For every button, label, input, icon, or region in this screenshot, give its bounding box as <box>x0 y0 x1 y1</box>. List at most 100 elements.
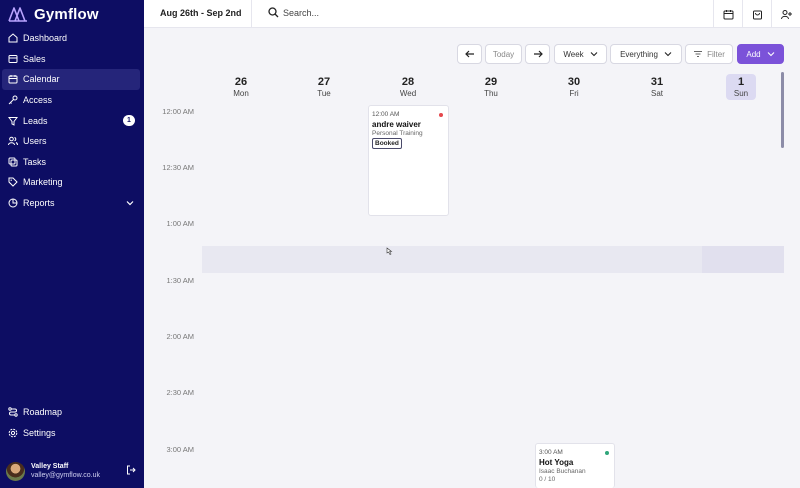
day-header-fri[interactable]: 30 Fri <box>559 76 589 98</box>
next-week-button[interactable] <box>525 44 550 64</box>
time-label: 2:30 AM <box>166 388 194 397</box>
day-number: 31 <box>650 76 664 88</box>
filter-button[interactable]: Filter <box>685 44 733 64</box>
logout-icon[interactable] <box>126 465 136 475</box>
shopping-bag-icon <box>752 10 762 19</box>
status-dot <box>605 451 609 455</box>
day-name: Sun <box>733 89 749 98</box>
tasks-icon <box>8 157 18 167</box>
sidebar-item-tasks[interactable]: Tasks <box>2 152 140 173</box>
status-dot <box>439 113 443 117</box>
day-name: Thu <box>484 89 498 98</box>
event-time: 3:00 AM <box>539 449 563 456</box>
sidebar-item-label: Calendar <box>23 74 60 85</box>
filter-lines-icon <box>694 51 703 57</box>
search-icon <box>268 7 279 18</box>
sidebar-bottom-nav: Roadmap Settings <box>2 402 140 443</box>
day-number: 28 <box>401 76 415 88</box>
search-input[interactable]: Search... <box>283 8 319 18</box>
hovered-time-slot[interactable] <box>202 246 784 273</box>
divider <box>251 0 252 28</box>
leads-count-badge: 1 <box>123 115 135 127</box>
day-header-tue[interactable]: 27 Tue <box>309 76 339 98</box>
add-user-button[interactable] <box>771 0 800 28</box>
day-number: 27 <box>317 76 331 88</box>
calendar-event[interactable]: 12:00 AM andre waiver Personal Training … <box>368 105 449 216</box>
sales-icon <box>8 54 18 64</box>
day-number: 29 <box>484 76 498 88</box>
sidebar-item-label: Reports <box>23 198 55 209</box>
sidebar-item-settings[interactable]: Settings <box>2 423 140 444</box>
tag-icon <box>8 177 18 188</box>
sidebar-item-access[interactable]: Access <box>2 90 140 111</box>
day-name: Mon <box>233 89 249 98</box>
users-icon <box>8 136 18 146</box>
event-title: andre waiver <box>372 120 421 129</box>
day-name: Tue <box>317 89 331 98</box>
sidebar-item-leads[interactable]: Leads 1 <box>2 110 140 131</box>
chevron-down-icon <box>767 52 774 57</box>
event-title: Hot Yoga <box>539 458 574 467</box>
sidebar-item-label: Access <box>23 95 53 106</box>
day-number: 1 <box>737 76 745 88</box>
view-select[interactable]: Week <box>554 44 607 64</box>
day-header-mon[interactable]: 26 Mon <box>226 76 256 98</box>
add-button[interactable]: Add <box>737 44 784 64</box>
sidebar-item-label: Sales <box>23 53 46 64</box>
roadmap-icon <box>8 407 18 417</box>
view-select-value: Week <box>563 49 584 59</box>
sidebar-item-calendar[interactable]: Calendar <box>2 69 140 90</box>
day-header-sun-today[interactable]: 1 Sun <box>726 74 756 100</box>
day-header-sat[interactable]: 31 Sat <box>642 76 672 98</box>
user-plus-icon <box>780 9 792 19</box>
app-logo[interactable]: Gymflow <box>8 4 99 24</box>
time-label: 1:30 AM <box>166 276 194 285</box>
sidebar-item-users[interactable]: Users <box>2 131 140 152</box>
scrollbar[interactable] <box>781 72 784 148</box>
previous-week-button[interactable] <box>457 44 482 64</box>
user-info: Valley Staff valley@gymflow.co.uk <box>31 463 100 479</box>
home-icon <box>8 33 18 43</box>
sidebar-item-reports[interactable]: Reports <box>2 193 140 214</box>
add-label: Add <box>746 49 761 59</box>
sidebar-item-label: Marketing <box>23 177 63 188</box>
sidebar-item-marketing[interactable]: Marketing <box>2 172 140 193</box>
sidebar-item-sales[interactable]: Sales <box>2 49 140 70</box>
calendar-event[interactable]: 3:00 AM Hot Yoga Isaac Buchanan 0 / 10 <box>535 443 615 488</box>
event-subtitle: Isaac Buchanan <box>539 468 586 475</box>
time-label: 1:00 AM <box>166 219 194 228</box>
time-label: 2:00 AM <box>166 332 194 341</box>
day-name: Wed <box>399 89 417 98</box>
calendar-shortcut-button[interactable] <box>713 0 742 28</box>
top-bar: Aug 26th - Sep 2nd Search... <box>144 0 800 28</box>
sidebar-item-label: Leads <box>23 115 48 126</box>
day-header-wed[interactable]: 28 Wed <box>393 76 423 98</box>
time-label: 12:00 AM <box>162 107 194 116</box>
sidebar-item-label: Users <box>23 136 47 147</box>
today-button[interactable]: Today <box>485 44 522 64</box>
day-header-thu[interactable]: 29 Thu <box>476 76 506 98</box>
sidebar-item-dashboard[interactable]: Dashboard <box>2 28 140 49</box>
gymflow-logo-icon <box>8 7 27 22</box>
today-column-slot <box>702 246 784 273</box>
search-box[interactable]: Search... <box>268 7 319 18</box>
user-name: Valley Staff <box>31 463 69 470</box>
chevron-down-icon <box>664 52 672 57</box>
time-label: 3:00 AM <box>166 445 194 454</box>
chevron-down-icon <box>590 52 598 57</box>
current-user[interactable]: Valley Staff valley@gymflow.co.uk <box>6 459 140 483</box>
scope-select[interactable]: Everything <box>610 44 682 64</box>
sidebar: Gymflow Dashboard Sales Calendar Access … <box>0 0 144 488</box>
filter-icon <box>8 116 18 126</box>
chevron-down-icon[interactable] <box>126 199 134 207</box>
mouse-cursor-icon <box>386 247 393 255</box>
calendar-icon <box>723 9 733 19</box>
sidebar-item-roadmap[interactable]: Roadmap <box>2 402 140 423</box>
gear-icon <box>8 428 18 438</box>
status-badge: Booked <box>372 138 402 149</box>
sidebar-item-label: Roadmap <box>23 407 63 418</box>
user-email: valley@gymflow.co.uk <box>31 472 100 479</box>
checkout-button[interactable] <box>742 0 771 28</box>
day-name: Fri <box>569 89 579 98</box>
event-subtitle: Personal Training <box>372 130 423 137</box>
